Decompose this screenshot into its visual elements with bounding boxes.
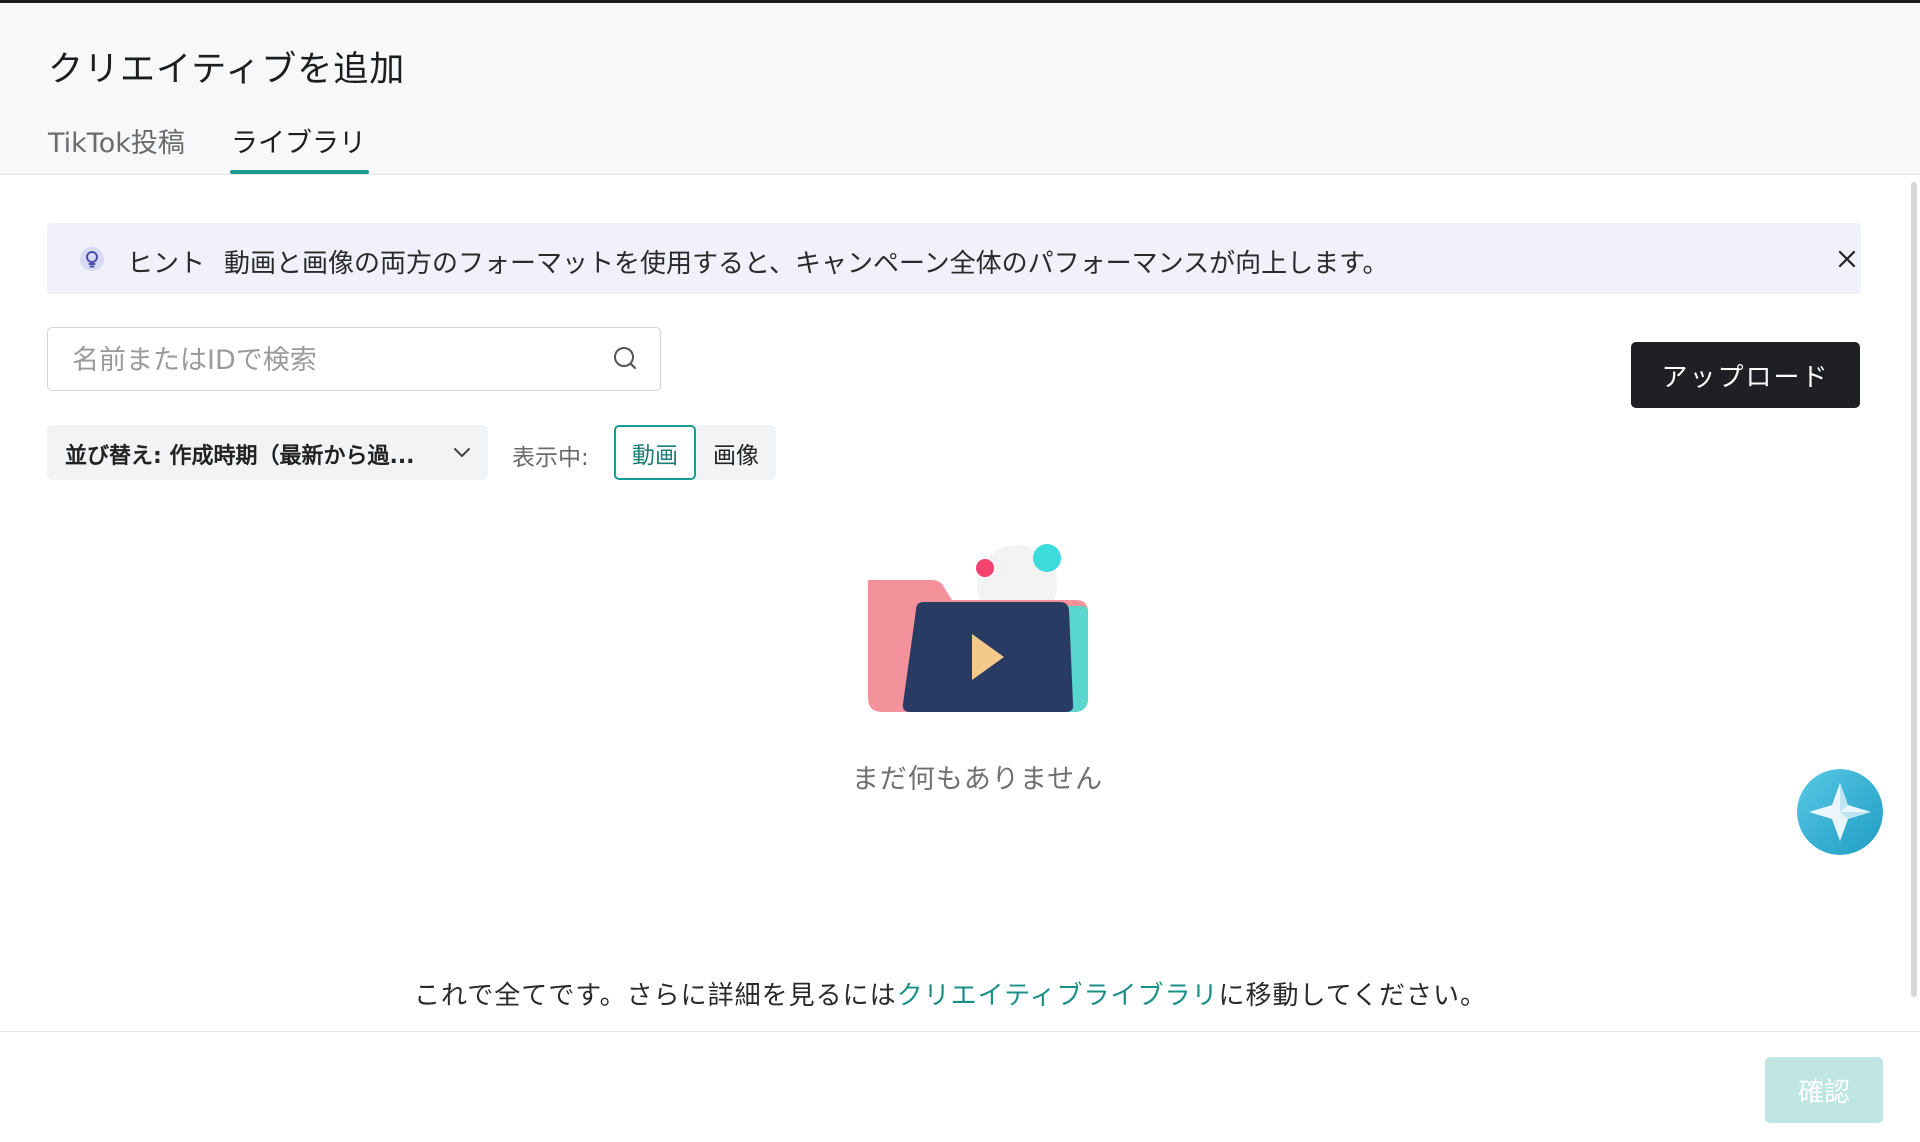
tab-library[interactable]: ライブラリ xyxy=(231,121,366,160)
dialog-title: クリエイティブを追加 xyxy=(48,50,406,90)
confirm-button[interactable]: 確認 xyxy=(1765,1057,1883,1123)
scrollbar[interactable] xyxy=(1911,182,1917,997)
lightbulb-icon xyxy=(80,247,104,271)
chevron-down-icon xyxy=(454,448,470,457)
search-icon[interactable] xyxy=(611,345,639,373)
upload-button[interactable]: アップロード xyxy=(1631,342,1860,408)
footer-note: これで全てです。さらに詳細を見るにはクリエイティブライブラリに移動してください。 xyxy=(0,975,1901,1012)
filter-video-button[interactable]: 動画 xyxy=(614,425,696,480)
close-icon[interactable] xyxy=(1835,247,1859,271)
sort-dropdown[interactable]: 並び替え: 作成時期（最新から過... xyxy=(47,425,488,480)
creative-library-link[interactable]: クリエイティブライブラリ xyxy=(897,981,1219,1011)
search-input[interactable] xyxy=(70,338,594,382)
dialog-header: クリエイティブを追加 TikTok投稿 ライブラリ xyxy=(0,3,1920,175)
footer-note-suffix: に移動してください。 xyxy=(1218,981,1487,1011)
filter-image-button[interactable]: 画像 xyxy=(696,425,776,480)
hint-text: 動画と画像の両方のフォーマットを使用すると、キャンペーン全体のパフォーマンスが向… xyxy=(224,249,1389,279)
empty-folder-icon xyxy=(868,544,1088,712)
search-box xyxy=(47,327,661,391)
sort-label: 並び替え: 作成時期（最新から過... xyxy=(65,444,415,469)
showing-label: 表示中: xyxy=(512,445,589,471)
tab-tiktok-posts[interactable]: TikTok投稿 xyxy=(48,121,185,160)
empty-state-text: まだ何もありません xyxy=(851,764,1104,795)
hint-label: ヒント xyxy=(127,249,206,279)
footer-divider xyxy=(0,1031,1920,1032)
ai-assistant-icon[interactable] xyxy=(1797,769,1883,855)
hint-banner: ヒント 動画と画像の両方のフォーマットを使用すると、キャンペーン全体のパフォーマ… xyxy=(47,223,1861,294)
footer-note-prefix: これで全てです。さらに詳細を見るには xyxy=(414,981,897,1011)
active-tab-indicator xyxy=(230,170,369,174)
